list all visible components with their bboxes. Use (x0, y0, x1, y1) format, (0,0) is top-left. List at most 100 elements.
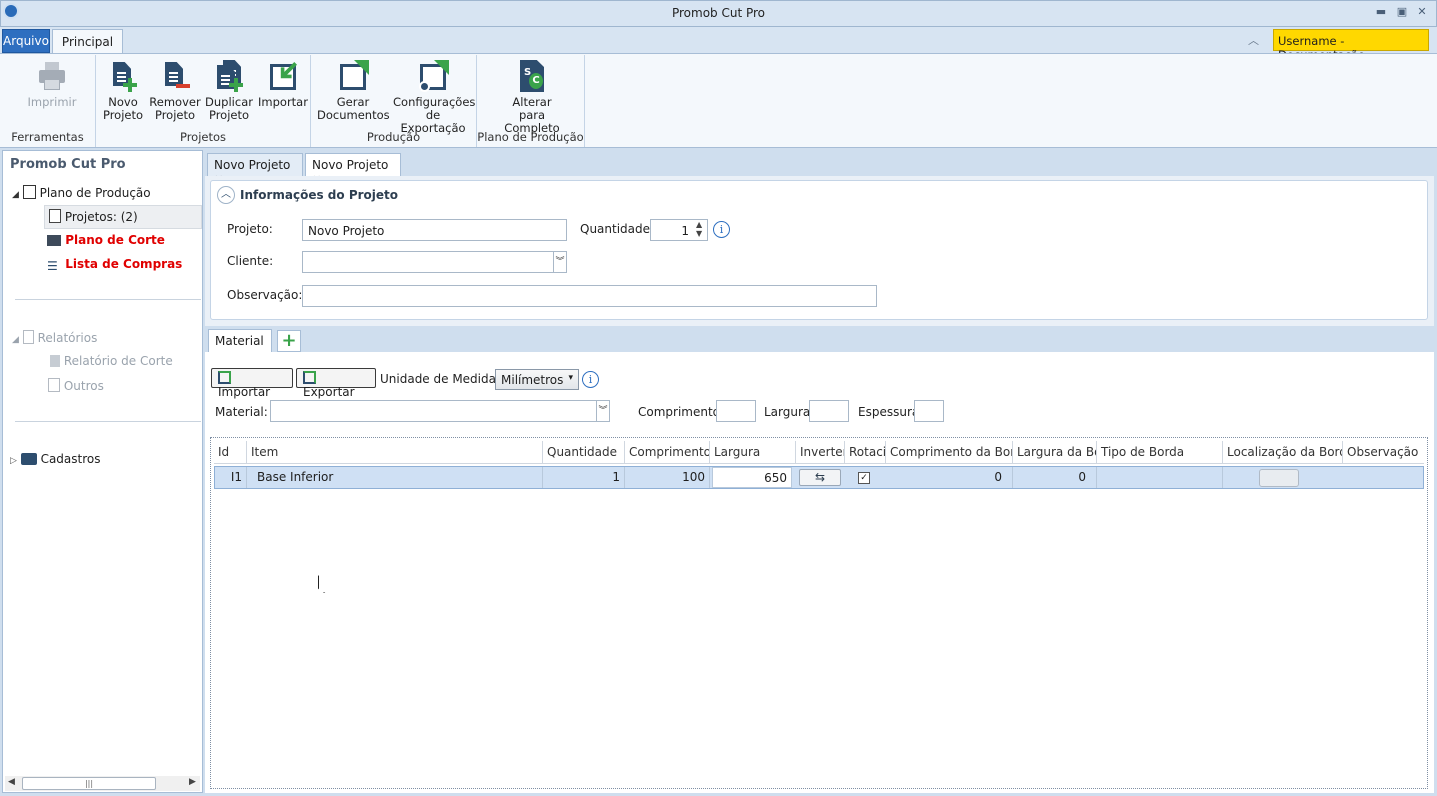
configuracoes-exportacao-button[interactable]: Configurações de Exportação (393, 60, 475, 135)
remover-projeto-button[interactable]: Remover Projeto (149, 60, 201, 122)
app-icon[interactable] (3, 3, 19, 19)
group-label: Projetos (179, 130, 227, 144)
col-comprimento-borda[interactable]: Comprimento da Borda (886, 441, 1013, 463)
col-rotacionar[interactable]: Rotacionar (845, 441, 886, 463)
tree-relatorios[interactable]: ◢ Relatórios (12, 330, 97, 345)
section-title: Informações do Projeto (240, 188, 399, 202)
collapsed-arrow-icon[interactable]: ▷ (10, 456, 17, 466)
tree-cadastros[interactable]: ▷ Cadastros (10, 452, 101, 466)
cliente-label: Cliente: (227, 254, 274, 268)
comprimento-input[interactable] (716, 400, 756, 422)
scroll-left-icon[interactable]: ◀ (8, 777, 15, 787)
cell-comp-borda[interactable]: 0 (886, 467, 1013, 488)
espessura-input[interactable] (914, 400, 944, 422)
switch-mode-icon: S C (516, 60, 548, 92)
tree-label: Plano de Corte (65, 233, 165, 247)
config-label-2: de Exportação (400, 108, 466, 135)
tab-novo-projeto-1[interactable]: Novo Projeto ✕ (207, 153, 303, 186)
add-material-icon[interactable]: + (277, 330, 301, 352)
tree-relatorio-corte[interactable]: Relatório de Corte (50, 354, 173, 368)
importar-label: Importar (258, 95, 308, 109)
tree-label: Relatórios (37, 331, 98, 345)
col-comprimento[interactable]: Comprimento (625, 441, 710, 463)
cell-id[interactable]: I1 (214, 467, 247, 488)
scroll-thumb[interactable]: ||| (22, 777, 156, 790)
cell-largura-editor[interactable]: 650 (712, 467, 792, 488)
duplicar-projeto-button[interactable]: Duplicar Projeto (205, 60, 253, 122)
col-largura[interactable]: Largura (710, 441, 796, 463)
observacao-input[interactable] (302, 285, 877, 307)
tab-principal[interactable]: Principal (52, 29, 123, 54)
largura-input[interactable] (809, 400, 849, 422)
tree-label: Plano de Produção (39, 186, 151, 200)
info-icon[interactable]: i (582, 371, 599, 388)
col-item[interactable]: Item (247, 441, 543, 463)
edge-location-button[interactable] (1259, 469, 1299, 487)
tree-plano-corte[interactable]: Plano de Corte (47, 233, 165, 247)
horizontal-scrollbar[interactable]: ◀ ||| ▶ (5, 776, 200, 791)
close-icon[interactable]: ✕ (1414, 5, 1430, 19)
col-observacao[interactable]: Observação (1343, 441, 1424, 463)
alterar-label-2: para Completo (504, 108, 560, 135)
document-icon (49, 209, 61, 223)
collapse-section-icon[interactable]: ︿ (217, 186, 235, 204)
cut-plan-icon (47, 235, 61, 246)
alterar-completo-button[interactable]: S C Alterar para Completo (490, 60, 574, 135)
expand-arrow-icon[interactable]: ◢ (12, 335, 19, 345)
cell-quantidade[interactable]: 1 (543, 467, 625, 488)
unidade-select[interactable]: Milímetros ▾ (495, 369, 579, 390)
tab-arquivo[interactable]: Arquivo (2, 29, 50, 53)
cell-comprimento[interactable]: 100 (625, 467, 710, 488)
cell-item[interactable]: Base Inferior (247, 467, 543, 488)
items-grid (210, 437, 1428, 789)
tree-label: Outros (63, 379, 104, 393)
title-bar: Promob Cut Pro (0, 0, 1437, 27)
col-quantidade[interactable]: Quantidade (543, 441, 625, 463)
tree-lista-compras[interactable]: ☰ Lista de Compras (47, 257, 182, 273)
collapse-ribbon-icon[interactable]: ︿ (1248, 32, 1264, 47)
cell-tipo-borda[interactable] (1097, 467, 1223, 488)
tree-label: Relatório de Corte (63, 354, 173, 368)
tree-projetos[interactable]: Projetos: (2) (44, 205, 202, 229)
scroll-right-icon[interactable]: ▶ (189, 777, 196, 787)
tree-plano-producao[interactable]: ◢ Plano de Produção (12, 185, 200, 200)
col-id[interactable]: Id (214, 441, 247, 463)
new-document-icon (107, 60, 139, 92)
import-icon (267, 60, 299, 92)
projeto-label: Projeto: (227, 222, 273, 236)
importar-button[interactable]: Importar (258, 60, 308, 109)
chevron-double-down-icon[interactable]: ︾ (553, 251, 567, 273)
col-tipo-borda[interactable]: Tipo de Borda (1097, 441, 1223, 463)
button-label: Importar (218, 385, 271, 399)
user-badge[interactable]: Username - Documentação (1273, 29, 1429, 62)
info-icon[interactable]: i (713, 221, 730, 238)
material-select[interactable] (270, 400, 597, 422)
rotate-checkbox[interactable]: ✓ (858, 472, 870, 484)
tab-label: Novo Projeto (214, 158, 291, 172)
maximize-icon[interactable]: ▣ (1394, 5, 1410, 19)
importar-material-button[interactable]: Importar (211, 368, 293, 399)
gerar-documentos-button[interactable]: Gerar Documentos (317, 60, 390, 122)
expand-arrow-icon[interactable]: ◢ (12, 190, 19, 200)
col-inverter[interactable]: Inverter (796, 441, 845, 463)
col-largura-borda[interactable]: Largura da Borda (1013, 441, 1097, 463)
cell-observacao[interactable] (1343, 467, 1424, 488)
imprimir-button[interactable]: Imprimir (22, 60, 82, 109)
invert-button[interactable]: ⇆ (799, 469, 841, 486)
tree-outros[interactable]: Outros (48, 378, 104, 393)
cliente-select[interactable] (302, 251, 554, 273)
chevron-double-down-icon[interactable]: ︾ (596, 400, 610, 422)
minimize-icon[interactable]: ▬ (1373, 5, 1389, 19)
tab-material[interactable]: Material - (208, 329, 272, 362)
projeto-input[interactable]: Novo Projeto (302, 219, 567, 241)
novo-label-2: Projeto (102, 108, 144, 122)
select-value: Milímetros (501, 373, 564, 387)
exportar-material-button[interactable]: Exportar (296, 368, 376, 399)
button-label: Exportar (303, 385, 355, 399)
col-localizacao-borda[interactable]: Localização da Borda (1223, 441, 1343, 463)
chevron-down-icon: ▾ (568, 373, 573, 383)
novo-projeto-button[interactable]: Novo Projeto (102, 60, 144, 122)
stepper-arrows-icon[interactable]: ▲ ▼ (696, 220, 702, 238)
tab-novo-projeto-2[interactable]: Novo Projeto ✕ (305, 153, 401, 186)
cell-larg-borda[interactable]: 0 (1013, 467, 1097, 488)
